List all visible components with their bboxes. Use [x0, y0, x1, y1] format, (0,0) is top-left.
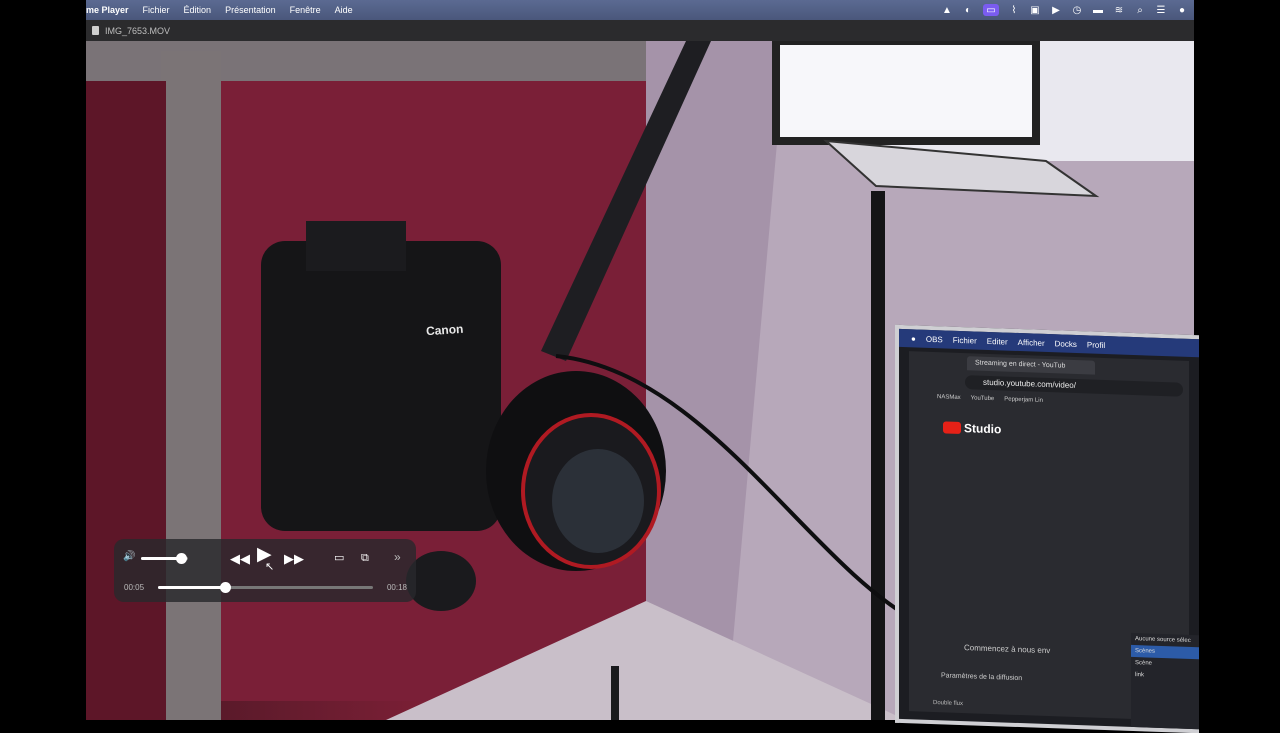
foam-frame: [161, 51, 221, 720]
monitor-double-text: Double flux: [933, 700, 964, 708]
search-icon[interactable]: ⌕: [1134, 4, 1146, 16]
menu-bar: me Player Fichier Édition Présentation F…: [86, 0, 1194, 20]
siri-icon[interactable]: ●: [1176, 4, 1188, 16]
camera-brand-label: Canon: [425, 321, 464, 339]
vlc-cone-icon[interactable]: ▲: [941, 4, 953, 16]
monitor-start-text: Commencez à nous env: [964, 643, 1051, 656]
monitor-obs-panel: Aucune source sélec Scènes Scène link: [1131, 632, 1199, 730]
speaker-icon[interactable]: 🔊: [123, 551, 135, 562]
control-center-icon[interactable]: ☰: [1155, 4, 1167, 16]
airplay-icon[interactable]: ▭: [334, 552, 344, 565]
bookmark-youtube: YouTube: [970, 395, 995, 403]
monitor-menu-obs: OBS: [925, 334, 943, 344]
monitor-menu-fichier: Fichier: [952, 335, 977, 346]
playhead-knob[interactable]: [220, 582, 231, 593]
antenna: [611, 666, 619, 720]
file-icon: [92, 26, 99, 35]
picture-in-picture-icon[interactable]: ⧉: [361, 552, 369, 565]
menu-fenetre[interactable]: Fenêtre: [290, 5, 321, 15]
chrome-icon[interactable]: ◐: [962, 4, 974, 16]
camera-top: [306, 221, 406, 271]
monitor-browser-tab: Streaming en direct - YouTub: [967, 356, 1095, 375]
monitor-menu-profil: Profil: [1086, 339, 1106, 350]
more-options-icon[interactable]: »: [394, 551, 401, 564]
battery-icon[interactable]: ▬: [1092, 4, 1104, 16]
screen-record-icon[interactable]: ▭: [983, 4, 999, 16]
volume-fill: [141, 557, 181, 560]
monitor-menu-editer: Editer: [986, 336, 1008, 347]
timeline-scrubber[interactable]: [158, 582, 373, 593]
volume-knob[interactable]: [176, 553, 187, 564]
youtube-studio-logo: Studio: [943, 420, 1001, 436]
menu-presentation[interactable]: Présentation: [225, 5, 276, 15]
youtube-logo-icon: [943, 421, 961, 434]
current-time: 00:05: [124, 583, 145, 592]
clock-icon[interactable]: ◷: [1071, 4, 1083, 16]
window-title: IMG_7653.MOV: [105, 25, 171, 36]
status-icons: ▲ ◐ ▭ ⌇ ▣ ▶ ◷ ▬ ≋ ⌕ ☰ ●: [941, 0, 1188, 20]
volume-slider[interactable]: [141, 553, 188, 564]
monitor-apple-icon: ●: [911, 333, 916, 343]
mouse-cursor-icon: ↖: [265, 561, 275, 573]
wifi-icon[interactable]: ≋: [1113, 4, 1125, 16]
window-title-bar: IMG_7653.MOV: [86, 20, 1194, 41]
paint-icon[interactable]: ⌇: [1008, 4, 1020, 16]
acoustic-panel-left: [86, 81, 166, 720]
play-circle-icon[interactable]: ▶: [1050, 4, 1062, 16]
monitor: ● OBS Fichier Editer Afficher Docks Prof…: [895, 324, 1199, 733]
app-menu[interactable]: me Player: [86, 5, 129, 15]
monitor-params-text: Paramètres de la diffusion: [941, 672, 1023, 683]
light-stand: [871, 191, 885, 720]
menu-edition[interactable]: Édition: [184, 5, 212, 15]
lens-glass: [552, 449, 644, 553]
monitor-menu-docks: Docks: [1054, 338, 1077, 349]
fast-forward-icon[interactable]: ▶▶: [284, 552, 304, 565]
rewind-icon[interactable]: ◀◀: [230, 552, 250, 565]
camera-body: [261, 241, 501, 531]
menu-aide[interactable]: Aide: [335, 5, 353, 15]
menu-fichier[interactable]: Fichier: [143, 5, 170, 15]
studio-label: Studio: [964, 421, 1002, 437]
monitor-bookmarks: NASMax YouTube Pepperjam Lin: [937, 394, 1043, 404]
monitor-menu-afficher: Afficher: [1017, 337, 1045, 348]
monitor-url-bar: studio.youtube.com/video/: [965, 375, 1183, 397]
timeline-fill: [158, 586, 225, 589]
display-icon[interactable]: ▣: [1029, 4, 1041, 16]
ballhead: [406, 551, 476, 611]
bookmark-pepperjam: Pepperjam Lin: [1004, 396, 1043, 404]
obs-scene-2: link: [1135, 672, 1145, 679]
led-panel: [772, 41, 1040, 145]
total-time: 00:18: [386, 583, 407, 592]
bookmark-nasmax: NASMax: [937, 394, 961, 401]
